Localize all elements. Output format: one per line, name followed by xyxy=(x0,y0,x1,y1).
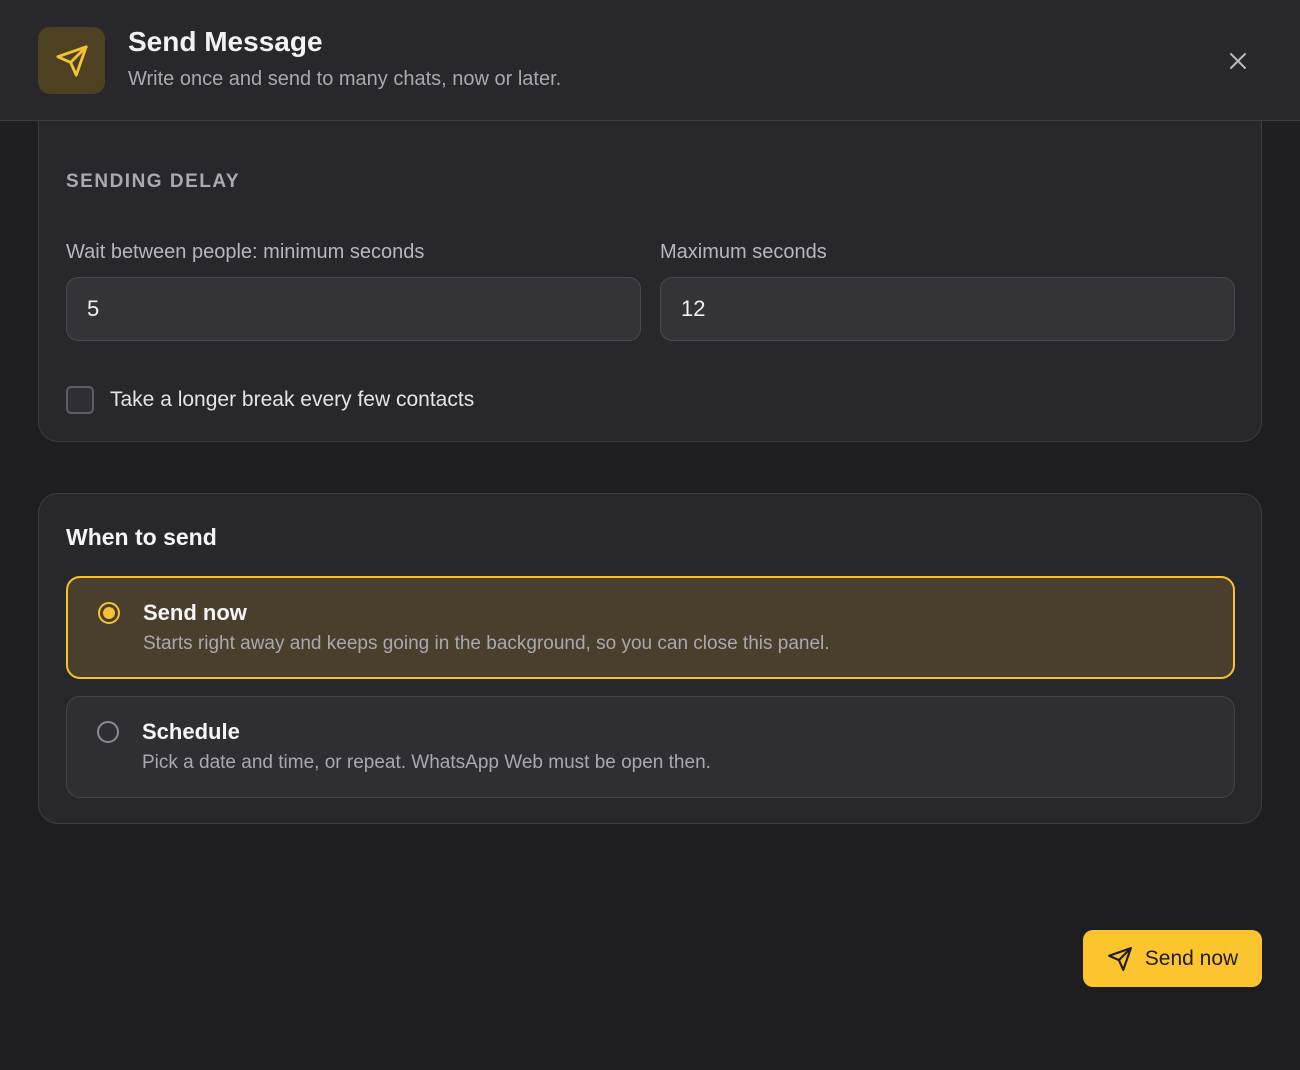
header-icon-container xyxy=(38,27,105,94)
max-seconds-label: Maximum seconds xyxy=(660,241,827,263)
send-now-button-label: Send now xyxy=(1144,946,1239,970)
send-now-button[interactable]: Send now xyxy=(1083,930,1262,987)
option-description: Pick a date and time, or repeat. WhatsAp… xyxy=(142,752,711,773)
close-button[interactable] xyxy=(1222,45,1254,77)
option-schedule[interactable]: Schedule Pick a date and time, or repeat… xyxy=(66,696,1235,798)
min-seconds-input[interactable] xyxy=(66,277,641,341)
option-description: Starts right away and keeps going in the… xyxy=(143,633,830,654)
when-to-send-card: When to send Send now Starts right away … xyxy=(38,493,1262,824)
sending-delay-card: SENDING DELAY Wait between people: minim… xyxy=(38,100,1262,442)
longer-break-checkbox[interactable] xyxy=(66,386,94,414)
section-label-sending-delay: SENDING DELAY xyxy=(66,171,240,192)
close-icon xyxy=(1230,53,1246,69)
min-seconds-label: Wait between people: minimum seconds xyxy=(66,241,425,263)
option-title: Send now xyxy=(143,600,247,625)
dialog-subtitle: Write once and send to many chats, now o… xyxy=(128,68,562,90)
paper-plane-icon xyxy=(1107,946,1132,971)
longer-break-label: Take a longer break every few contacts xyxy=(110,388,475,411)
when-to-send-title: When to send xyxy=(66,524,217,550)
option-title: Schedule xyxy=(142,719,240,744)
send-now-radio[interactable] xyxy=(98,602,120,624)
dialog-title: Send Message xyxy=(128,26,323,57)
schedule-radio[interactable] xyxy=(97,721,119,743)
option-send-now[interactable]: Send now Starts right away and keeps goi… xyxy=(66,576,1235,679)
longer-break-option[interactable]: Take a longer break every few contacts xyxy=(66,386,474,414)
max-seconds-input[interactable] xyxy=(660,277,1235,341)
dialog-header: Send Message Write once and send to many… xyxy=(0,0,1300,121)
paper-plane-icon xyxy=(55,44,88,77)
